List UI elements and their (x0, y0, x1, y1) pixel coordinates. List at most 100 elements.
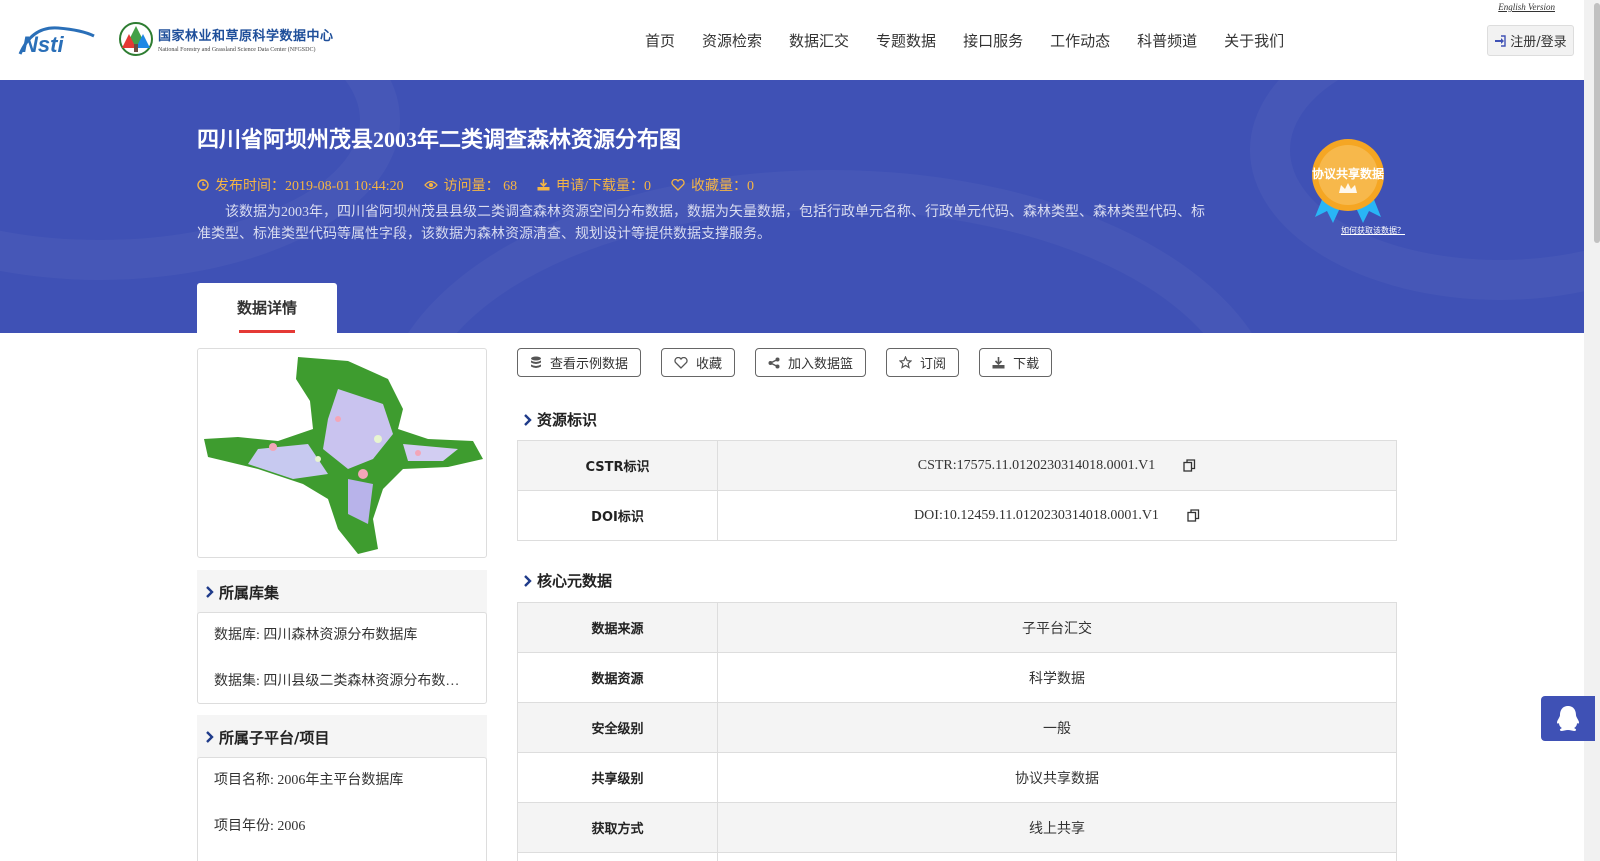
core-meta-header: 核心元数据 (523, 570, 612, 591)
library-section-header: 所属库集 (197, 570, 487, 614)
visit-count-text: 访问量： 68 (443, 179, 518, 194)
view-sample-label: 查看示例数据 (550, 357, 629, 372)
download-icon (992, 356, 1005, 368)
table-row (518, 853, 1396, 861)
table-row: 安全级别 一般 (518, 703, 1396, 753)
chevron-right-icon (206, 586, 214, 598)
nav-resource-search[interactable]: 资源检索 (702, 30, 762, 51)
nfgsdc-logo[interactable]: 国家林业和草原科学数据中心 National Forestry and Gras… (118, 20, 334, 58)
banner-decoration (1250, 80, 1584, 300)
table-row: 获取方式 线上共享 (518, 803, 1396, 853)
chevron-right-icon (524, 574, 532, 587)
download-icon (537, 179, 550, 191)
table-row: DOI标识 DOI:10.12459.11.0120230314018.0001… (518, 491, 1396, 541)
copy-icon[interactable] (1183, 459, 1196, 472)
nav-work-news[interactable]: 工作动态 (1050, 30, 1110, 51)
project-section-title: 所属子平台/项目 (219, 728, 330, 747)
logo-title-en: National Forestry and Grassland Science … (158, 47, 316, 53)
core-meta-title: 核心元数据 (537, 572, 613, 590)
subscribe-button[interactable]: 订阅 (886, 348, 960, 377)
cstr-value-cell: CSTR:17575.11.0120230314018.0001.V1 (718, 441, 1396, 490)
security-level-label: 安全级别 (518, 703, 718, 752)
active-tab-indicator (239, 330, 295, 333)
qq-contact-button[interactable] (1541, 696, 1595, 741)
action-toolbar: 查看示例数据 收藏 加入数据篮 订阅 下载 (517, 348, 1072, 377)
favorite-count: 收藏量：0 (671, 175, 754, 195)
badge-text: 协议共享数据 (1311, 167, 1384, 181)
dataset-title: 四川省阿坝州茂县2003年二类调查森林资源分布图 (197, 127, 682, 152)
view-sample-button[interactable]: 查看示例数据 (517, 348, 642, 377)
login-button[interactable]: 注册/登录 (1487, 25, 1574, 56)
share-level-badge: 协议共享数据 (1305, 135, 1391, 225)
heart-icon (674, 356, 688, 369)
project-name-row: 项目名称: 2006年主平台数据库 (214, 773, 404, 788)
scrollbar-thumb[interactable] (1594, 3, 1600, 243)
data-source-value: 子平台汇交 (1022, 621, 1092, 637)
add-to-basket-label: 加入数据篮 (788, 357, 854, 372)
nsti-logo[interactable]: Nsti (18, 22, 98, 57)
library-section-title: 所属库集 (219, 583, 280, 602)
site-header: Nsti 国家林业和草原科学数据中心 National Forestry and… (0, 0, 1584, 80)
nsti-logo-text: Nsti (22, 32, 64, 56)
doi-value: DOI:10.12459.11.0120230314018.0001.V1 (914, 507, 1159, 523)
nav-home[interactable]: 首页 (645, 30, 675, 51)
cstr-label: CSTR标识 (518, 441, 718, 490)
table-row: 数据来源 子平台汇交 (518, 603, 1396, 653)
access-method-value: 线上共享 (1029, 821, 1085, 837)
share-level-label: 共享级别 (518, 753, 718, 802)
data-source-label: 数据来源 (518, 603, 718, 652)
nav-about-us[interactable]: 关于我们 (1224, 30, 1284, 51)
table-row: 数据资源 科学数据 (518, 653, 1396, 703)
copy-icon[interactable] (1187, 509, 1200, 522)
resource-id-table: CSTR标识 CSTR:17575.11.0120230314018.0001.… (517, 440, 1397, 541)
share-level-value: 协议共享数据 (1015, 771, 1099, 787)
subscribe-label: 订阅 (920, 357, 947, 372)
nav-science-channel[interactable]: 科普频道 (1137, 30, 1197, 51)
favorite-button[interactable]: 收藏 (661, 348, 736, 377)
star-icon (899, 356, 913, 369)
nav-data-submission[interactable]: 数据汇交 (789, 30, 849, 51)
dataset-description: 该数据为2003年，四川省阿坝州茂县县级二类调查森林资源空间分布数据，数据为矢量… (197, 205, 1205, 242)
database-icon (531, 356, 541, 368)
english-version-link[interactable]: English Version (1498, 2, 1555, 12)
dataset-thumbnail (197, 348, 487, 558)
add-to-basket-button[interactable]: 加入数据篮 (755, 348, 867, 377)
share-icon (768, 357, 780, 368)
publish-time: 发布时间：2019-08-01 10:44:20 (197, 175, 404, 195)
project-section-body: 项目名称: 2006年主平台数据库 项目年份: 2006 (197, 757, 487, 861)
core-meta-table: 数据来源 子平台汇交 数据资源 科学数据 安全级别 一般 共享级别 协议共享数据… (517, 602, 1397, 861)
nav-api-service[interactable]: 接口服务 (963, 30, 1023, 51)
dataset-banner: 四川省阿坝州茂县2003年二类调查森林资源分布图 发布时间：2019-08-01… (0, 80, 1584, 333)
access-method-label: 获取方式 (518, 803, 718, 852)
chevron-right-icon (524, 413, 532, 426)
doi-value-cell: DOI:10.12459.11.0120230314018.0001.V1 (718, 491, 1396, 540)
resource-id-title: 资源标识 (537, 411, 598, 429)
table-row: CSTR标识 CSTR:17575.11.0120230314018.0001.… (518, 441, 1396, 491)
table-row: 共享级别 协议共享数据 (518, 753, 1396, 803)
download-button[interactable]: 下载 (979, 348, 1053, 377)
library-database-row[interactable]: 数据库: 四川森林资源分布数据库 (198, 613, 486, 659)
tab-data-details[interactable]: 数据详情 (197, 283, 337, 333)
chevron-right-icon (206, 731, 214, 743)
login-icon (1495, 34, 1506, 47)
publish-time-text: 发布时间：2019-08-01 10:44:20 (215, 179, 404, 194)
clock-icon (197, 179, 209, 191)
nav-thematic-data[interactable]: 专题数据 (876, 30, 936, 51)
login-label: 注册/登录 (1510, 35, 1567, 50)
download-label: 下载 (1013, 357, 1040, 372)
main-nav: 首页 资源检索 数据汇交 专题数据 接口服务 工作动态 科普频道 关于我们 (645, 30, 1311, 51)
logo-title-cn: 国家林业和草原科学数据中心 (158, 28, 334, 43)
resource-id-header: 资源标识 (523, 409, 597, 430)
dataset-meta: 发布时间：2019-08-01 10:44:20 访问量： 68 申请/下载量：… (197, 175, 774, 195)
security-level-value: 一般 (1043, 721, 1071, 737)
library-dataset-row[interactable]: 数据集: 四川县级二类森林资源分布数据集 (198, 659, 486, 705)
cstr-value: CSTR:17575.11.0120230314018.0001.V1 (917, 457, 1156, 473)
doi-label: DOI标识 (518, 491, 718, 540)
heart-icon (671, 179, 685, 191)
how-to-get-data-link[interactable]: 如何获取该数据？ (1341, 225, 1405, 236)
eye-icon (423, 180, 438, 190)
table-cell-empty (518, 853, 718, 861)
data-resource-label: 数据资源 (518, 653, 718, 702)
table-cell-empty (718, 853, 1396, 861)
nfgsdc-emblem-icon (119, 22, 153, 56)
